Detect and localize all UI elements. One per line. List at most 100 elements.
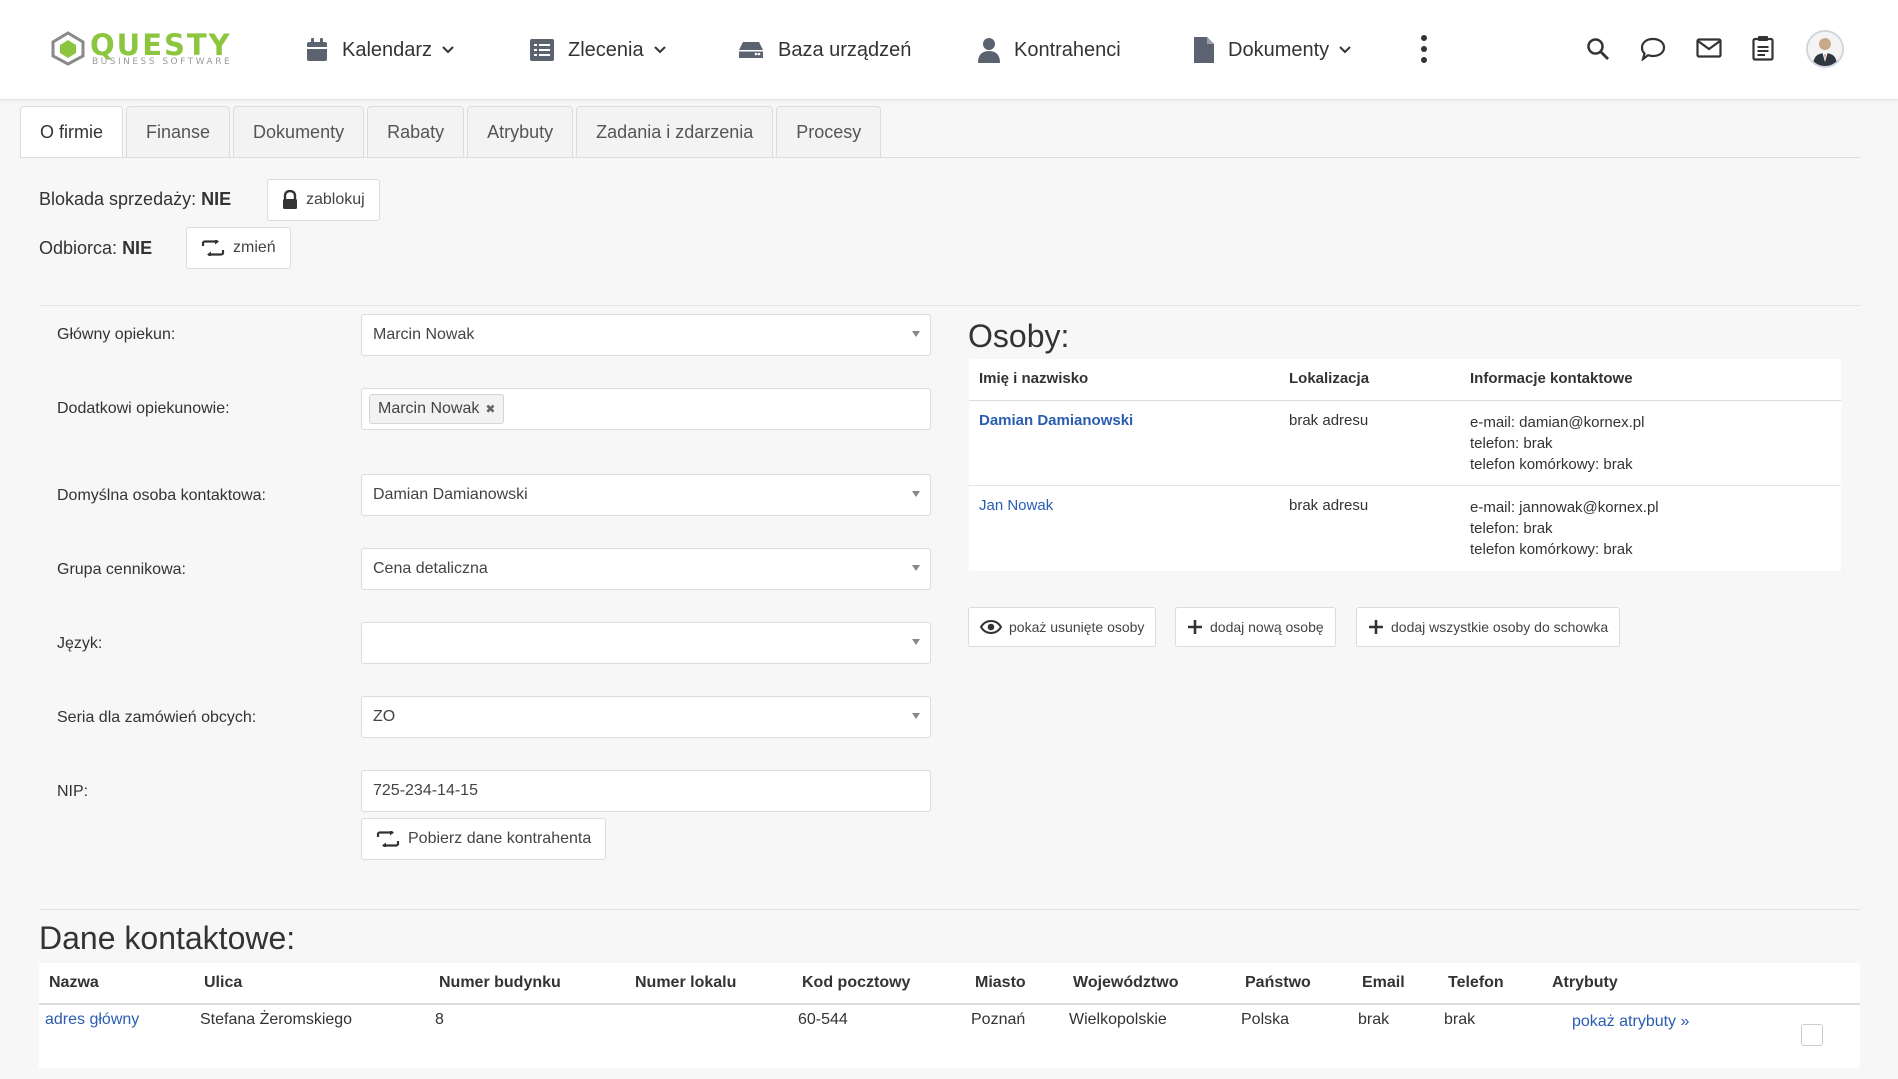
mail-icon[interactable] (1696, 38, 1722, 58)
chat-icon[interactable] (1640, 37, 1666, 61)
tab-o-firmie[interactable]: O firmie (20, 106, 123, 158)
remove-tag-icon[interactable]: ✖ (485, 402, 495, 416)
top-navbar: QUESTY BUSINESS SOFTWARE Kalendarz Zlece… (0, 0, 1898, 100)
person-link[interactable]: Jan Nowak (979, 497, 1053, 514)
tab-dokumenty[interactable]: Dokumenty (233, 106, 365, 158)
more-icon[interactable] (1420, 34, 1428, 64)
search-icon[interactable] (1586, 37, 1610, 61)
header-telefon: Telefon (1448, 974, 1504, 991)
blokada-label: Blokada sprzedaży: (39, 189, 197, 209)
address-country: Polska (1241, 1011, 1290, 1028)
section-divider (39, 305, 1860, 306)
add-person-button[interactable]: dodaj nową osobę (1175, 607, 1336, 647)
avatar[interactable] (1806, 30, 1844, 68)
dropdown-arrow-icon (912, 491, 920, 497)
tab-finanse[interactable]: Finanse (126, 106, 231, 158)
chevron-down-icon (442, 46, 454, 54)
lock-icon (283, 190, 297, 209)
person-mobile: telefon komórkowy: brak (1470, 541, 1633, 558)
nav-dokumenty[interactable]: Dokumenty (1194, 34, 1351, 66)
nav-baza-urzadzen[interactable]: Baza urządzeń (738, 34, 911, 66)
address-region: Wielkopolskie (1069, 1011, 1167, 1028)
person-location: brak adresu (1289, 497, 1369, 514)
nav-baza-urzadzen-label: Baza urządzeń (778, 38, 912, 61)
address-name-link[interactable]: adres główny (45, 1011, 139, 1029)
show-deleted-label: pokaż usunięte osoby (1009, 619, 1145, 635)
logo-text: QUESTY (90, 28, 232, 62)
address-email: brak (1358, 1011, 1390, 1028)
questy-logo[interactable]: QUESTY BUSINESS SOFTWARE (50, 30, 260, 72)
glowny-opiekun-value: Marcin Nowak (373, 326, 475, 343)
pobierz-dane-label: Pobierz dane kontrahenta (408, 830, 592, 847)
zablokuj-button[interactable]: zablokuj (267, 179, 380, 221)
addresses-table: Nazwa Ulica Numer budynku Numer lokalu K… (39, 963, 1860, 1068)
pobierz-dane-button[interactable]: Pobierz dane kontrahenta (361, 818, 607, 860)
header-nazwa: Nazwa (49, 974, 99, 991)
person-email: e-mail: jannowak@kornex.pl (1470, 499, 1659, 516)
address-checkbox[interactable] (1801, 1024, 1823, 1046)
retweet-icon (376, 831, 400, 847)
show-deleted-persons-button[interactable]: pokaż usunięte osoby (968, 607, 1157, 647)
nav-zlecenia[interactable]: Zlecenia (530, 34, 666, 66)
seria-select[interactable]: ZO (361, 696, 931, 738)
header-panstwo: Państwo (1245, 974, 1311, 991)
nip-value: 725-234-14-15 (373, 782, 478, 799)
header-numer-lokalu: Numer lokalu (635, 974, 737, 991)
header-atrybuty: Atrybuty (1552, 974, 1618, 991)
address-phone: brak (1444, 1011, 1476, 1028)
glowny-opiekun-select[interactable]: Marcin Nowak (361, 314, 931, 356)
header-email: Email (1362, 974, 1405, 991)
dane-kontaktowe-title: Dane kontaktowe: (39, 920, 296, 956)
show-attributes-link[interactable]: pokaż atrybuty » (1572, 1013, 1689, 1031)
zmien-button[interactable]: zmień (186, 227, 291, 269)
nav-kontrahenci[interactable]: Kontrahenci (978, 34, 1121, 66)
dropdown-arrow-icon (912, 713, 920, 719)
table-row: adres główny Stefana Żeromskiego 8 60-54… (39, 1005, 1860, 1065)
plus-icon (1188, 620, 1202, 634)
person-icon (978, 38, 1000, 63)
dodatkowi-opiekunowie-multiselect[interactable]: Marcin Nowak ✖ (361, 388, 931, 430)
tabs-baseline (20, 157, 1860, 158)
nav-kalendarz[interactable]: Kalendarz (306, 34, 454, 66)
jezyk-select[interactable] (361, 622, 931, 664)
person-phone: telefon: brak (1470, 520, 1553, 537)
address-postcode: 60-544 (798, 1011, 848, 1028)
table-row: Damian Damianowski brak adresu e-mail: d… (969, 401, 1841, 486)
odbiorca-label: Odbiorca: (39, 238, 118, 258)
person-location: brak adresu (1289, 412, 1369, 429)
section-divider (39, 909, 1860, 910)
osoby-title: Osoby: (968, 318, 1070, 354)
tab-atrybuty[interactable]: Atrybuty (467, 106, 574, 158)
tab-rabaty[interactable]: Rabaty (367, 106, 465, 158)
company-tabs: O firmie Finanse Dokumenty Rabaty Atrybu… (20, 106, 884, 158)
device-icon (739, 42, 763, 58)
odbiorca-status: Odbiorca: NIE (39, 238, 152, 259)
person-link[interactable]: Damian Damianowski (979, 412, 1133, 429)
dodatkowi-opiekunowie-label: Dodatkowi opiekunowie: (57, 400, 230, 417)
domyslna-osoba-select[interactable]: Damian Damianowski (361, 474, 931, 516)
opiekun-tag: Marcin Nowak ✖ (369, 394, 505, 424)
header-ulica: Ulica (204, 974, 243, 991)
nip-input[interactable]: 725-234-14-15 (361, 770, 931, 812)
add-person-label: dodaj nową osobę (1210, 619, 1324, 635)
grupa-cennikowa-select[interactable]: Cena detaliczna (361, 548, 931, 590)
tab-zadania-i-zdarzenia[interactable]: Zadania i zdarzenia (576, 106, 774, 158)
header-informacje: Informacje kontaktowe (1470, 370, 1633, 387)
grupa-cennikowa-label: Grupa cennikowa: (57, 561, 186, 578)
person-phone: telefon: brak (1470, 435, 1553, 452)
tab-procesy[interactable]: Procesy (776, 106, 882, 158)
chevron-down-icon (653, 46, 666, 54)
person-mobile: telefon komórkowy: brak (1470, 456, 1633, 473)
person-contact: e-mail: jannowak@kornex.pl telefon: brak… (1470, 497, 1659, 560)
clipboard-icon[interactable] (1752, 35, 1774, 61)
address-building: 8 (435, 1011, 444, 1028)
header-wojewodztwo: Województwo (1073, 974, 1179, 991)
addresses-table-header: Nazwa Ulica Numer budynku Numer lokalu K… (39, 963, 1860, 1005)
opiekun-tag-label: Marcin Nowak (378, 400, 480, 417)
header-lokalizacja: Lokalizacja (1289, 370, 1370, 387)
osoby-table: Imię i nazwisko Lokalizacja Informacje k… (969, 359, 1841, 571)
dropdown-arrow-icon (912, 331, 920, 337)
chevron-down-icon (1339, 46, 1351, 54)
add-all-to-clipboard-button[interactable]: dodaj wszystkie osoby do schowka (1356, 607, 1621, 647)
nav-dokumenty-label: Dokumenty (1228, 38, 1330, 61)
